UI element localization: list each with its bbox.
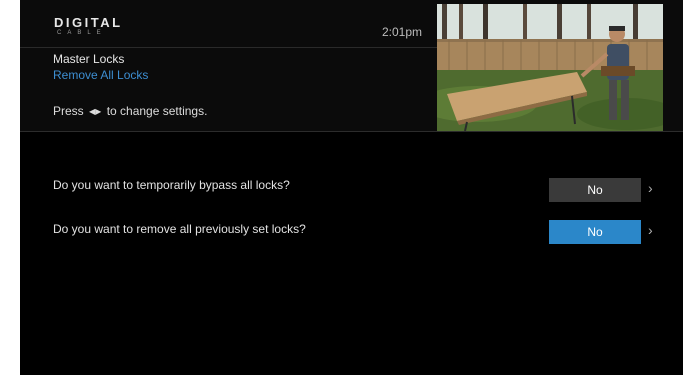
brand-logo: DIGITAL CABLE bbox=[54, 16, 123, 36]
chevron-right-icon[interactable]: › bbox=[648, 180, 653, 196]
instruction-hint: Press ◀▶ to change settings. bbox=[53, 104, 207, 118]
logo-main-text: DIGITAL bbox=[54, 15, 123, 30]
page-title: Remove All Locks bbox=[53, 68, 149, 82]
header: DIGITAL CABLE 2:01pm Master Locks Remove… bbox=[20, 0, 683, 131]
chevron-right-icon[interactable]: › bbox=[648, 222, 653, 238]
bypass-locks-option[interactable]: No bbox=[549, 178, 641, 202]
left-right-arrows-icon: ◀▶ bbox=[89, 107, 102, 116]
hint-prefix: Press bbox=[53, 104, 84, 118]
remove-locks-question: Do you want to remove all previously set… bbox=[53, 222, 306, 236]
logo-sub-text: CABLE bbox=[57, 30, 107, 36]
remove-locks-option[interactable]: No bbox=[549, 220, 641, 244]
clock: 2:01pm bbox=[382, 25, 423, 39]
live-tv-preview bbox=[437, 4, 663, 131]
hint-suffix: to change settings. bbox=[106, 104, 208, 118]
header-divider bbox=[20, 47, 437, 48]
bypass-locks-question: Do you want to temporarily bypass all lo… bbox=[53, 178, 290, 192]
breadcrumb: Master Locks bbox=[53, 52, 125, 66]
video-preview-image bbox=[437, 4, 663, 131]
section-divider bbox=[20, 131, 683, 132]
tv-guide-screen: DIGITAL CABLE 2:01pm Master Locks Remove… bbox=[20, 0, 683, 375]
